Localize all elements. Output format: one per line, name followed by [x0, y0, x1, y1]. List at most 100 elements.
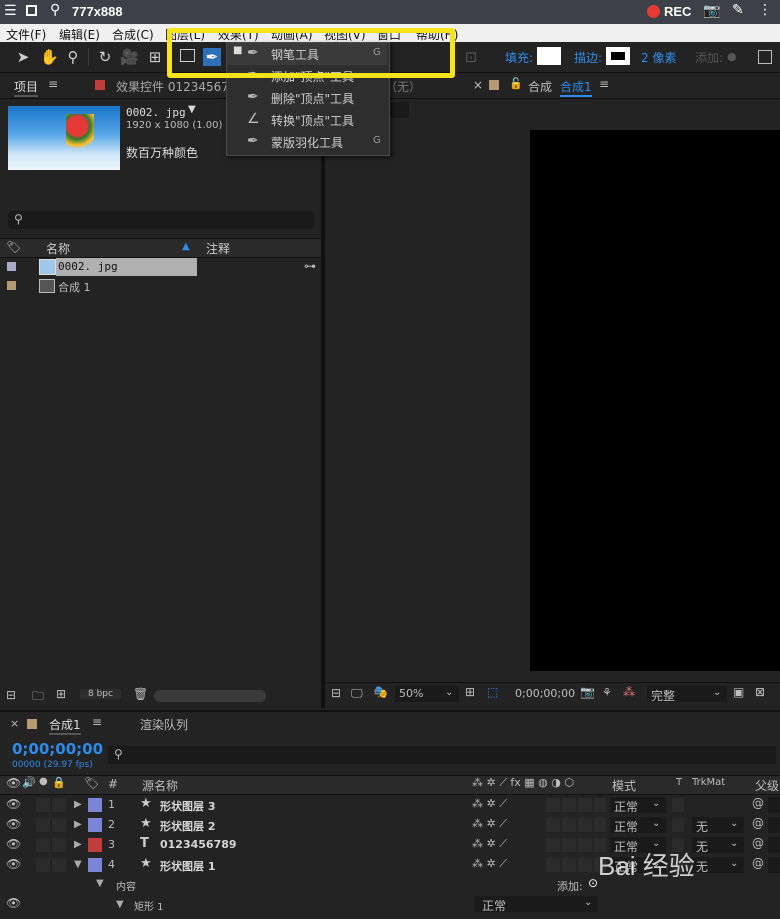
camera-icon[interactable]: 📷: [703, 3, 720, 19]
visibility-icon[interactable]: 👁: [6, 817, 21, 831]
layer-switches-icons[interactable]: ⁂ ✲ ⟋: [472, 817, 507, 831]
collapse-triangle-icon[interactable]: ▶: [74, 839, 82, 850]
layer-row[interactable]: 👁 ▶ 1 ★ 形状图层 3 ⁂ ✲ ⟋ 正常 ⌄ @: [0, 795, 780, 815]
always-preview-icon[interactable]: ⊟: [331, 686, 341, 700]
pan-behind-tool-icon[interactable]: ⊞: [146, 48, 164, 66]
monitor-icon[interactable]: 🖵: [351, 686, 363, 701]
new-composition-icon[interactable]: ⊞: [56, 687, 66, 701]
comp-panel-menu-icon[interactable]: ≡: [599, 77, 609, 91]
rec-button[interactable]: REC: [664, 4, 691, 19]
expand-triangle-icon[interactable]: ▼: [116, 899, 124, 910]
layer-name[interactable]: 形状图层 3: [160, 798, 215, 814]
project-tab[interactable]: 项目: [14, 78, 39, 97]
bit-depth-label[interactable]: 8 bpc: [80, 689, 121, 699]
add-button-icon[interactable]: ⊙: [588, 876, 598, 890]
region-of-interest-icon[interactable]: ⬚: [487, 685, 498, 699]
window-icon[interactable]: [26, 5, 37, 16]
parent-select[interactable]: [768, 797, 780, 813]
trkmat-select[interactable]: 无 ⌄: [692, 817, 744, 834]
transparency-grid-icon[interactable]: ⊠: [755, 685, 765, 699]
column-comment[interactable]: 注释: [206, 240, 230, 257]
parent-pickwhip-icon[interactable]: @: [752, 816, 764, 830]
fill-swatch[interactable]: [537, 47, 561, 65]
collapse-triangle-icon[interactable]: ▶: [74, 819, 82, 830]
fast-preview-icon[interactable]: ▣: [733, 685, 744, 699]
add-button-icon[interactable]: ●: [727, 50, 737, 63]
layer-name[interactable]: 形状图层 2: [160, 818, 215, 834]
switches-icons[interactable]: ⁂ ✲ ⟋ fx ▦ ◍ ◑ ⬡: [472, 776, 574, 790]
snapshot-icon[interactable]: 📷: [580, 685, 595, 699]
project-search-input[interactable]: ⚲: [8, 211, 314, 229]
pen-menu-item-delete-vertex[interactable]: ✒ 删除"顶点"工具: [227, 87, 387, 109]
camera-tool-icon[interactable]: 🎥: [120, 48, 139, 66]
mask-visibility-icon[interactable]: 🎭: [373, 685, 388, 699]
timeline-tab[interactable]: 合成1: [49, 716, 81, 735]
grid-toggle-icon[interactable]: ⊞: [465, 685, 475, 699]
zoom-select[interactable]: 50% ⌄: [395, 686, 459, 702]
layer-name[interactable]: 0123456789: [160, 838, 237, 851]
column-mode[interactable]: 模式: [612, 777, 636, 794]
layer-switches-icons[interactable]: ⁂ ✲ ⟋: [472, 797, 507, 811]
layer-label-color[interactable]: [88, 858, 102, 872]
close-icon[interactable]: ×: [473, 78, 483, 92]
visibility-icon[interactable]: 👁: [6, 896, 21, 910]
layer-label-color[interactable]: [88, 838, 102, 852]
parent-pickwhip-icon[interactable]: @: [752, 796, 764, 810]
selection-tool-icon[interactable]: ➤: [14, 48, 32, 66]
layer-switches-icons[interactable]: ⁂ ✲ ⟋: [472, 837, 507, 851]
flowchart-icon[interactable]: ⊶: [304, 259, 316, 273]
project-panel-menu-icon[interactable]: ≡: [48, 77, 58, 91]
lock-icon[interactable]: 🔒: [52, 776, 66, 789]
layer-mode-select[interactable]: 正常 ⌄: [610, 797, 666, 814]
solo-icon[interactable]: ●: [39, 776, 48, 787]
pencil-icon[interactable]: ✎: [732, 2, 744, 18]
stroke-width[interactable]: 2 像素: [641, 49, 676, 66]
more-icon[interactable]: ⋮: [758, 2, 772, 18]
hand-tool-icon[interactable]: ✋: [40, 48, 59, 66]
expand-triangle-icon[interactable]: ▼: [96, 878, 104, 889]
timeline-timecode[interactable]: 0;00;00;00: [12, 740, 103, 758]
visibility-icon[interactable]: 👁: [6, 837, 21, 851]
layer-label-color[interactable]: [88, 818, 102, 832]
project-scrollbar[interactable]: [154, 690, 266, 702]
label-tag-icon[interactable]: 🏷: [6, 240, 21, 254]
menu-composition[interactable]: 合成(C): [112, 26, 154, 43]
stroke-swatch[interactable]: [606, 47, 630, 65]
color-channels-icon[interactable]: ⁂: [623, 685, 635, 699]
rectangle-row[interactable]: 👁 ▼ 矩形 1 正常 ⌄: [0, 894, 780, 914]
column-parent[interactable]: 父级: [755, 777, 779, 794]
search-icon[interactable]: ⚲: [50, 2, 60, 18]
timeline-search-input[interactable]: ⚲: [108, 746, 776, 764]
layer-row[interactable]: 👁 ▶ 2 ★ 形状图层 2 ⁂ ✲ ⟋ 正常 ⌄ 无 ⌄ @: [0, 815, 780, 835]
project-item-row[interactable]: 0002. jpg ⊶: [0, 258, 321, 276]
current-time[interactable]: 0;00;00;00: [515, 687, 575, 700]
effects-controls-tab[interactable]: 效果控件 0123456789: [116, 78, 226, 95]
visibility-icon[interactable]: 👁: [6, 797, 21, 811]
comp-viewer-canvas[interactable]: [530, 130, 780, 671]
label-tag-icon[interactable]: 🏷: [84, 776, 99, 790]
expand-triangle-icon[interactable]: ▼: [74, 859, 82, 870]
collapse-triangle-icon[interactable]: ▶: [74, 799, 82, 810]
layer-mode-select[interactable]: 正常 ⌄: [610, 817, 666, 834]
visibility-icon[interactable]: 👁: [6, 857, 21, 871]
column-source-name[interactable]: 源名称: [142, 777, 178, 794]
sort-ascending-icon[interactable]: ▲: [182, 241, 190, 252]
delete-icon[interactable]: 🗑: [133, 687, 148, 701]
layer-switches-icons[interactable]: ⁂ ✲ ⟋: [472, 857, 507, 871]
puppet-tool-icon[interactable]: ⊡: [462, 48, 480, 66]
audio-icon[interactable]: 🔊: [22, 776, 36, 789]
lock-icon[interactable]: 🔓: [509, 77, 523, 90]
toggle-box-icon[interactable]: [758, 50, 772, 64]
new-folder-icon[interactable]: 🗀: [32, 687, 44, 708]
layer-label-color[interactable]: [88, 798, 102, 812]
rotate-tool-icon[interactable]: ↻: [96, 48, 114, 66]
column-trkmat[interactable]: TrkMat: [692, 777, 725, 788]
render-queue-tab[interactable]: 渲染队列: [140, 716, 188, 733]
menu-icon[interactable]: ☰: [4, 3, 17, 19]
close-icon[interactable]: ×: [10, 717, 19, 730]
pen-menu-item-mask-feather[interactable]: ✒ 蒙版羽化工具 G: [227, 131, 387, 153]
footage-dropdown-icon[interactable]: ▼: [188, 104, 196, 115]
column-name[interactable]: 名称: [46, 240, 70, 257]
menu-file[interactable]: 文件(F): [6, 26, 46, 43]
interpret-footage-icon[interactable]: ⊟: [6, 688, 16, 702]
